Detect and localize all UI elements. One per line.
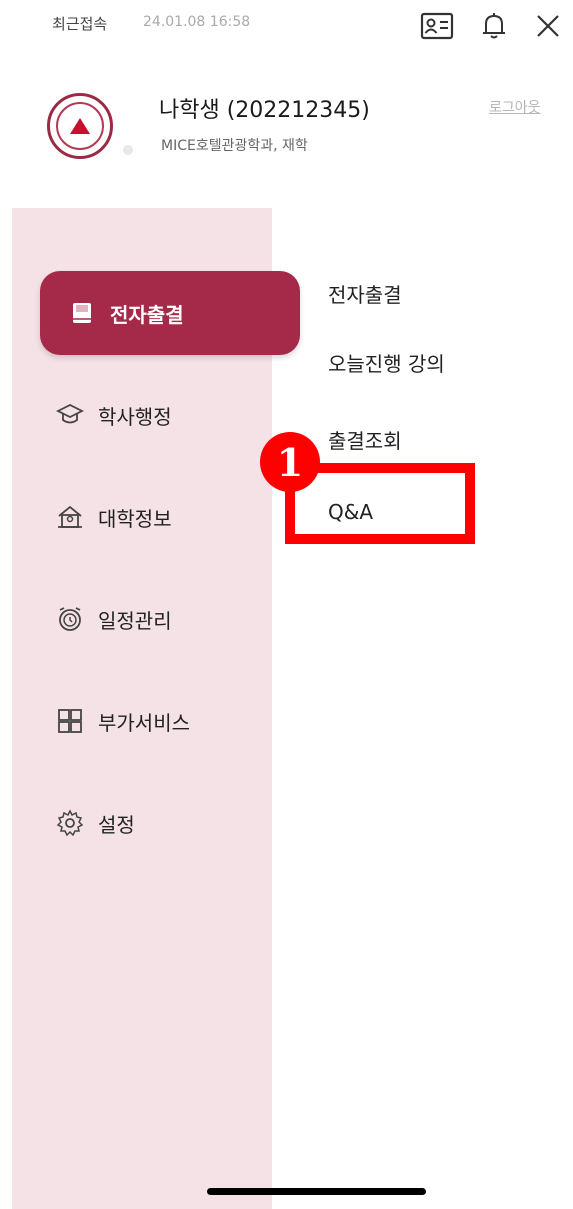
profile-section: 나학생 (202212345) MICE호텔관광학과, 재학 로그아웃 — [0, 80, 573, 180]
menu-item-label: 학사행정 — [98, 404, 172, 429]
avatar — [47, 93, 113, 159]
menu-item-label: 일정관리 — [98, 608, 172, 633]
menu-item-attendance[interactable]: 전자출결 — [40, 271, 300, 355]
avatar-badge — [121, 143, 135, 157]
alarm-clock-icon — [56, 605, 84, 633]
menu-item-settings[interactable]: 설정 — [28, 781, 288, 865]
menu-item-label: 부가서비스 — [98, 710, 190, 735]
menu-item-label: 대학정보 — [98, 506, 172, 531]
attendance-book-icon — [68, 299, 96, 327]
user-department: MICE호텔관광학과, 재학 — [161, 138, 308, 154]
step-number-badge: 1 — [260, 432, 320, 492]
gear-icon — [56, 809, 84, 837]
menu-item-university-info[interactable]: 대학정보 — [28, 475, 288, 559]
user-name: 나학생 (202212345) — [159, 98, 370, 123]
menu-item-label: 설정 — [98, 812, 135, 837]
bell-icon[interactable] — [476, 8, 512, 44]
last-login-label: 최근접속 — [52, 15, 108, 33]
logout-link[interactable]: 로그아웃 — [489, 97, 541, 117]
submenu-item-attendance-lookup[interactable]: 출결조회 — [328, 425, 402, 454]
menu-item-academic[interactable]: 학사행정 — [28, 373, 288, 457]
id-card-icon[interactable] — [419, 8, 455, 44]
graduation-cap-icon — [56, 401, 84, 429]
submenu-item-attendance[interactable]: 전자출결 — [328, 279, 402, 308]
grid-apps-icon — [56, 707, 84, 735]
university-logo-icon — [56, 102, 104, 150]
menu-item-extra-services[interactable]: 부가서비스 — [28, 679, 288, 763]
close-icon[interactable] — [530, 8, 566, 44]
menu-item-label: 전자출결 — [110, 302, 184, 327]
menu-item-schedule[interactable]: 일정관리 — [28, 577, 288, 661]
submenu-item-today-lectures[interactable]: 오늘진행 강의 — [328, 348, 445, 377]
home-indicator[interactable] — [207, 1188, 426, 1195]
university-building-icon — [56, 503, 84, 531]
last-login-time: 24.01.08 16:58 — [143, 14, 251, 30]
top-bar: 최근접속 24.01.08 16:58 — [0, 0, 573, 60]
